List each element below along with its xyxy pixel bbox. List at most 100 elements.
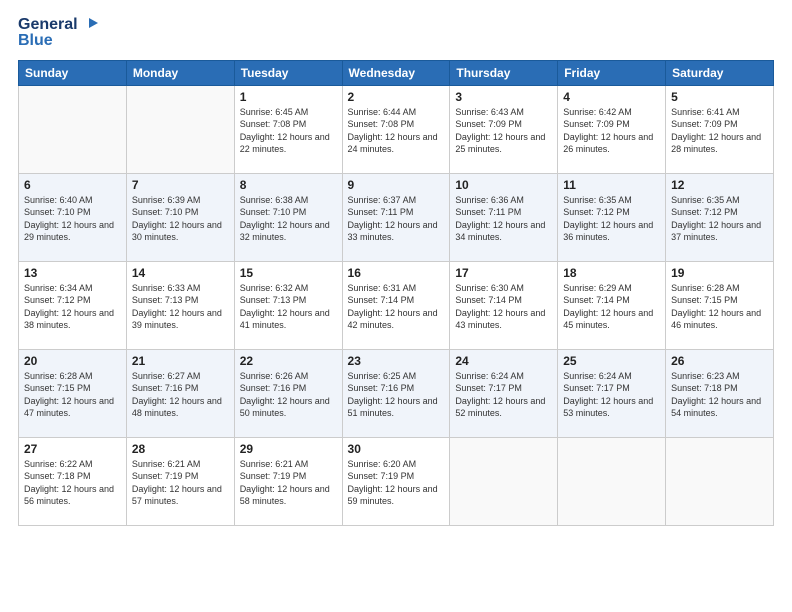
day-number: 9: [348, 178, 445, 192]
calendar-day-1: 1Sunrise: 6:45 AM Sunset: 7:08 PM Daylig…: [234, 85, 342, 173]
day-info: Sunrise: 6:45 AM Sunset: 7:08 PM Dayligh…: [240, 106, 337, 156]
calendar-day-21: 21 Sunrise: 6:27 AM Sunset: 7:16 PM Dayli…: [126, 349, 234, 437]
day-number: 2: [348, 90, 445, 104]
day-info: Sunrise: 6:36 AM Sunset: 7:11 PM Dayligh…: [455, 194, 552, 244]
day-info: Sunrise: 6:38 AM Sunset: 7:10 PM Dayligh…: [240, 194, 337, 244]
day-number: 7: [132, 178, 229, 192]
day-info: Sunrise: 6:29 AM Sunset: 7:14 PM Dayligh…: [563, 282, 660, 332]
logo-text-block: General Blue: [18, 16, 98, 50]
day-info: Sunrise: 6:42 AM Sunset: 7:09 PM Dayligh…: [563, 106, 660, 156]
calendar-day-3: 3 Sunrise: 6:43 AM Sunset: 7:09 PM Daylig…: [450, 85, 558, 173]
calendar-day-25: 25Sunrise: 6:24 AM Sunset: 7:17 PM Dayli…: [558, 349, 666, 437]
weekday-header-saturday: Saturday: [666, 60, 774, 85]
calendar-day-5: 5 Sunrise: 6:41 AM Sunset: 7:09 PM Daylig…: [666, 85, 774, 173]
day-info: Sunrise: 6:32 AM Sunset: 7:13 PM Dayligh…: [240, 282, 337, 332]
day-info: Sunrise: 6:22 AM Sunset: 7:18 PM Dayligh…: [24, 458, 121, 508]
day-number: 12: [671, 178, 768, 192]
calendar-day-empty: [558, 437, 666, 525]
calendar-day-28: 28 Sunrise: 6:21 AM Sunset: 7:19 PM Dayli…: [126, 437, 234, 525]
weekday-header-thursday: Thursday: [450, 60, 558, 85]
day-info: Sunrise: 6:39 AM Sunset: 7:10 PM Dayligh…: [132, 194, 229, 244]
day-number: 3: [455, 90, 552, 104]
day-number: 11: [563, 178, 660, 192]
day-info: Sunrise: 6:33 AM Sunset: 7:13 PM Dayligh…: [132, 282, 229, 332]
weekday-header-friday: Friday: [558, 60, 666, 85]
day-info: Sunrise: 6:34 AM Sunset: 7:12 PM Dayligh…: [24, 282, 121, 332]
day-number: 25: [563, 354, 660, 368]
day-info: Sunrise: 6:37 AM Sunset: 7:11 PM Dayligh…: [348, 194, 445, 244]
day-number: 10: [455, 178, 552, 192]
calendar-week-row: 20Sunrise: 6:28 AM Sunset: 7:15 PM Dayli…: [19, 349, 774, 437]
calendar-day-4: 4 Sunrise: 6:42 AM Sunset: 7:09 PM Daylig…: [558, 85, 666, 173]
day-info: Sunrise: 6:24 AM Sunset: 7:17 PM Dayligh…: [455, 370, 552, 420]
day-number: 26: [671, 354, 768, 368]
day-info: Sunrise: 6:43 AM Sunset: 7:09 PM Dayligh…: [455, 106, 552, 156]
calendar-day-26: 26 Sunrise: 6:23 AM Sunset: 7:18 PM Dayli…: [666, 349, 774, 437]
calendar-day-16: 16Sunrise: 6:31 AM Sunset: 7:14 PM Dayli…: [342, 261, 450, 349]
calendar-day-10: 10 Sunrise: 6:36 AM Sunset: 7:11 PM Dayli…: [450, 173, 558, 261]
calendar-day-18: 18 Sunrise: 6:29 AM Sunset: 7:14 PM Dayli…: [558, 261, 666, 349]
calendar-day-20: 20Sunrise: 6:28 AM Sunset: 7:15 PM Dayli…: [19, 349, 127, 437]
day-number: 24: [455, 354, 552, 368]
day-info: Sunrise: 6:30 AM Sunset: 7:14 PM Dayligh…: [455, 282, 552, 332]
calendar-week-row: 1Sunrise: 6:45 AM Sunset: 7:08 PM Daylig…: [19, 85, 774, 173]
day-number: 30: [348, 442, 445, 456]
calendar-day-9: 9 Sunrise: 6:37 AM Sunset: 7:11 PM Daylig…: [342, 173, 450, 261]
calendar-day-24: 24 Sunrise: 6:24 AM Sunset: 7:17 PM Dayli…: [450, 349, 558, 437]
calendar-week-row: 6 Sunrise: 6:40 AM Sunset: 7:10 PM Daylig…: [19, 173, 774, 261]
day-info: Sunrise: 6:44 AM Sunset: 7:08 PM Dayligh…: [348, 106, 445, 156]
calendar-day-empty: [666, 437, 774, 525]
day-number: 27: [24, 442, 121, 456]
calendar-day-15: 15 Sunrise: 6:32 AM Sunset: 7:13 PM Dayli…: [234, 261, 342, 349]
calendar-day-6: 6 Sunrise: 6:40 AM Sunset: 7:10 PM Daylig…: [19, 173, 127, 261]
day-number: 13: [24, 266, 121, 280]
day-info: Sunrise: 6:21 AM Sunset: 7:19 PM Dayligh…: [240, 458, 337, 508]
weekday-header-monday: Monday: [126, 60, 234, 85]
day-info: Sunrise: 6:28 AM Sunset: 7:15 PM Dayligh…: [671, 282, 768, 332]
day-info: Sunrise: 6:35 AM Sunset: 7:12 PM Dayligh…: [563, 194, 660, 244]
day-info: Sunrise: 6:20 AM Sunset: 7:19 PM Dayligh…: [348, 458, 445, 508]
calendar-day-7: 7 Sunrise: 6:39 AM Sunset: 7:10 PM Daylig…: [126, 173, 234, 261]
day-info: Sunrise: 6:41 AM Sunset: 7:09 PM Dayligh…: [671, 106, 768, 156]
logo-flag-icon: [80, 16, 98, 34]
day-info: Sunrise: 6:35 AM Sunset: 7:12 PM Dayligh…: [671, 194, 768, 244]
day-info: Sunrise: 6:25 AM Sunset: 7:16 PM Dayligh…: [348, 370, 445, 420]
day-info: Sunrise: 6:27 AM Sunset: 7:16 PM Dayligh…: [132, 370, 229, 420]
calendar-week-row: 27 Sunrise: 6:22 AM Sunset: 7:18 PM Dayli…: [19, 437, 774, 525]
calendar-day-17: 17Sunrise: 6:30 AM Sunset: 7:14 PM Dayli…: [450, 261, 558, 349]
day-number: 14: [132, 266, 229, 280]
calendar-day-27: 27 Sunrise: 6:22 AM Sunset: 7:18 PM Dayli…: [19, 437, 127, 525]
day-number: 19: [671, 266, 768, 280]
day-number: 15: [240, 266, 337, 280]
calendar-day-29: 29Sunrise: 6:21 AM Sunset: 7:19 PM Dayli…: [234, 437, 342, 525]
day-number: 6: [24, 178, 121, 192]
calendar-day-14: 14 Sunrise: 6:33 AM Sunset: 7:13 PM Dayli…: [126, 261, 234, 349]
calendar-day-8: 8 Sunrise: 6:38 AM Sunset: 7:10 PM Daylig…: [234, 173, 342, 261]
calendar-day-13: 13 Sunrise: 6:34 AM Sunset: 7:12 PM Dayli…: [19, 261, 127, 349]
calendar-day-empty: [126, 85, 234, 173]
day-number: 18: [563, 266, 660, 280]
calendar-week-row: 13 Sunrise: 6:34 AM Sunset: 7:12 PM Dayli…: [19, 261, 774, 349]
day-number: 5: [671, 90, 768, 104]
day-number: 21: [132, 354, 229, 368]
weekday-header-wednesday: Wednesday: [342, 60, 450, 85]
logo-blue: Blue: [18, 32, 98, 50]
calendar-day-empty: [19, 85, 127, 173]
day-number: 16: [348, 266, 445, 280]
calendar-day-12: 12 Sunrise: 6:35 AM Sunset: 7:12 PM Dayli…: [666, 173, 774, 261]
day-info: Sunrise: 6:23 AM Sunset: 7:18 PM Dayligh…: [671, 370, 768, 420]
day-info: Sunrise: 6:40 AM Sunset: 7:10 PM Dayligh…: [24, 194, 121, 244]
calendar-day-11: 11 Sunrise: 6:35 AM Sunset: 7:12 PM Dayli…: [558, 173, 666, 261]
calendar-day-empty: [450, 437, 558, 525]
day-number: 23: [348, 354, 445, 368]
day-number: 8: [240, 178, 337, 192]
calendar-table: SundayMondayTuesdayWednesdayThursdayFrid…: [18, 60, 774, 526]
calendar-header-row: SundayMondayTuesdayWednesdayThursdayFrid…: [19, 60, 774, 85]
page-header: General Blue: [18, 16, 774, 50]
day-info: Sunrise: 6:21 AM Sunset: 7:19 PM Dayligh…: [132, 458, 229, 508]
day-info: Sunrise: 6:28 AM Sunset: 7:15 PM Dayligh…: [24, 370, 121, 420]
calendar-day-19: 19 Sunrise: 6:28 AM Sunset: 7:15 PM Dayli…: [666, 261, 774, 349]
day-number: 28: [132, 442, 229, 456]
day-number: 4: [563, 90, 660, 104]
logo: General Blue: [18, 16, 98, 50]
